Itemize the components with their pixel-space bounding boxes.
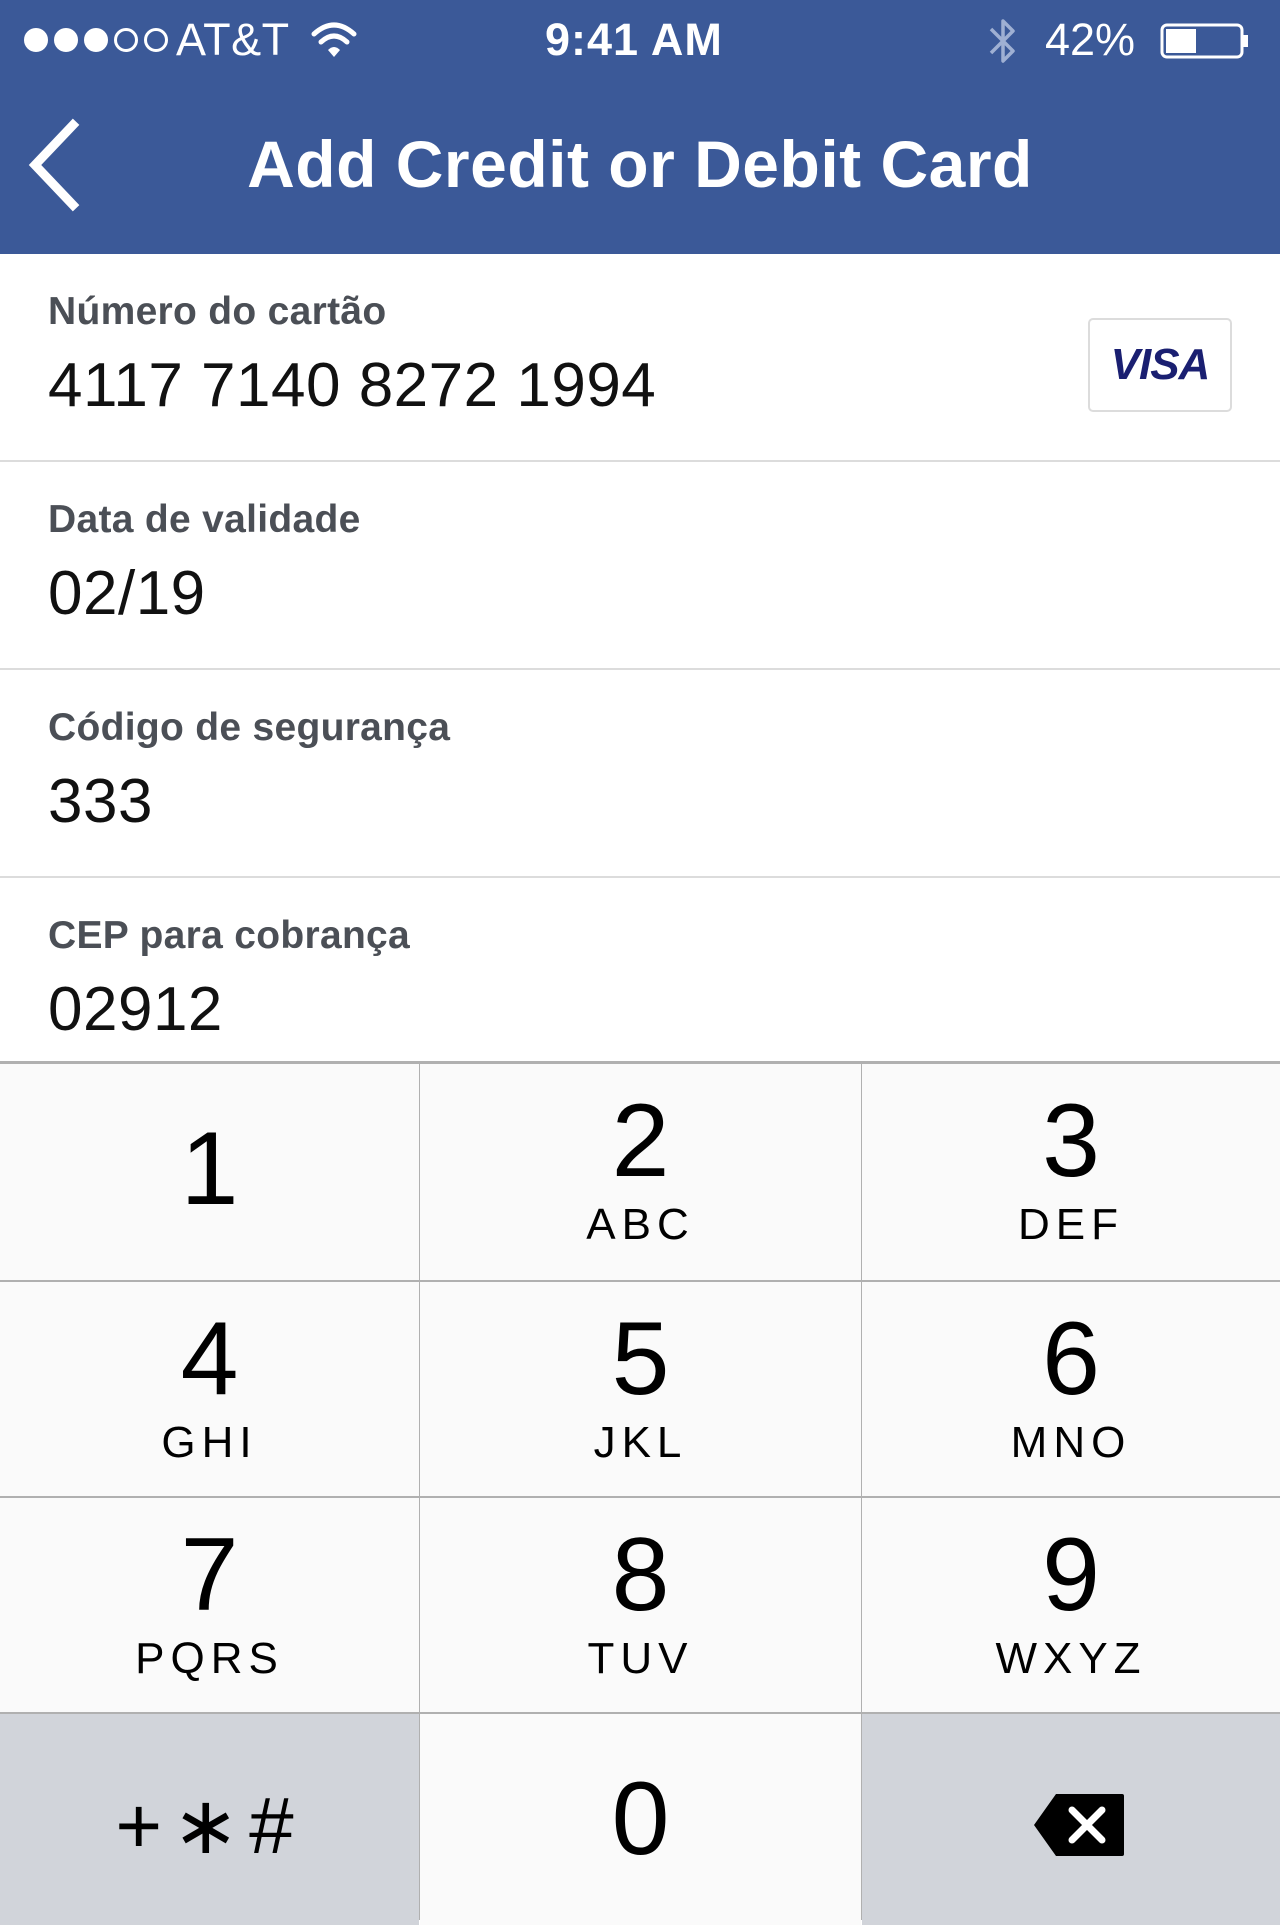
key-digit: 6 [1042, 1301, 1100, 1417]
key-digit: 1 [180, 1111, 239, 1227]
key-letters: JKL [593, 1418, 688, 1467]
key-letters: WXYZ [995, 1634, 1147, 1683]
key-letters: TUV [587, 1634, 694, 1683]
key-letters: ABC [586, 1200, 695, 1249]
page-title: Add Credit or Debit Card [247, 127, 1033, 201]
key-2[interactable]: 2 ABC [420, 1064, 861, 1280]
battery-icon [1160, 23, 1248, 59]
bluetooth-icon [989, 19, 1015, 63]
key-digit: 0 [611, 1761, 670, 1877]
key-3[interactable]: 3 DEF [862, 1064, 1280, 1280]
key-digit: 4 [180, 1301, 239, 1417]
key-7[interactable]: 7 PQRS [0, 1498, 419, 1712]
key-letters: PQRS [135, 1634, 284, 1683]
visa-logo-icon: VISA [1088, 318, 1232, 412]
key-9[interactable]: 9 WXYZ [862, 1498, 1280, 1712]
signal-dot [114, 28, 138, 52]
security-code-label: Código de segurança [48, 706, 451, 749]
security-code-field[interactable]: Código de segurança 333 [0, 670, 1280, 878]
key-8[interactable]: 8 TUV [420, 1498, 861, 1712]
key-digit: 2 [611, 1083, 670, 1199]
numeric-keypad: 1 2 ABC 3 DEF 4 GHI 5 JKL 6 MNO 7 PQRS 8… [0, 1061, 1280, 1925]
signal-dot [144, 28, 168, 52]
card-number-field[interactable]: Número do cartão 4117 7140 8272 1994 VIS… [0, 254, 1280, 462]
app-header: AT&T 9:41 AM 42% Add Credit or Debit Car… [0, 0, 1280, 254]
key-letters: GHI [161, 1418, 258, 1467]
status-time: 9:41 AM [545, 14, 723, 65]
security-code-input[interactable]: 333 [48, 766, 153, 837]
expiry-date-field[interactable]: Data de validade 02/19 [0, 462, 1280, 670]
carrier-name: AT&T [176, 14, 290, 65]
signal-dot [54, 28, 78, 52]
card-number-label: Número do cartão [48, 290, 387, 333]
key-digit: 9 [1042, 1517, 1100, 1633]
key-5[interactable]: 5 JKL [420, 1282, 861, 1496]
key-digit: 8 [611, 1517, 670, 1633]
battery-percentage: 42% [1045, 14, 1136, 65]
key-symbols[interactable]: +∗# [0, 1714, 419, 1925]
key-4[interactable]: 4 GHI [0, 1282, 419, 1496]
key-digit: 5 [611, 1301, 670, 1417]
billing-zip-label: CEP para cobrança [48, 914, 411, 957]
backspace-key[interactable] [862, 1714, 1280, 1925]
key-letters: DEF [1018, 1200, 1124, 1249]
signal-dot [24, 28, 48, 52]
wifi-icon [311, 22, 357, 57]
card-form: Número do cartão 4117 7140 8272 1994 VIS… [0, 254, 1280, 1085]
symbols-label: +∗# [115, 1781, 304, 1870]
key-letters: MNO [1010, 1418, 1132, 1467]
key-6[interactable]: 6 MNO [862, 1282, 1280, 1496]
billing-zip-input[interactable]: 02912 [48, 974, 223, 1045]
backspace-icon [1034, 1794, 1124, 1856]
signal-strength-icon [24, 22, 168, 58]
signal-dot [84, 28, 108, 52]
key-digit: 3 [1042, 1083, 1100, 1199]
billing-zip-field[interactable]: CEP para cobrança 02912 [0, 878, 1280, 1085]
key-digit: 7 [180, 1517, 239, 1633]
expiry-date-input[interactable]: 02/19 [48, 558, 206, 629]
status-bar: AT&T 9:41 AM 42% [0, 0, 1280, 80]
key-1[interactable]: 1 [0, 1064, 419, 1280]
key-0[interactable]: 0 [420, 1714, 861, 1925]
expiry-date-label: Data de validade [48, 498, 361, 541]
card-number-input[interactable]: 4117 7140 8272 1994 [48, 350, 656, 421]
